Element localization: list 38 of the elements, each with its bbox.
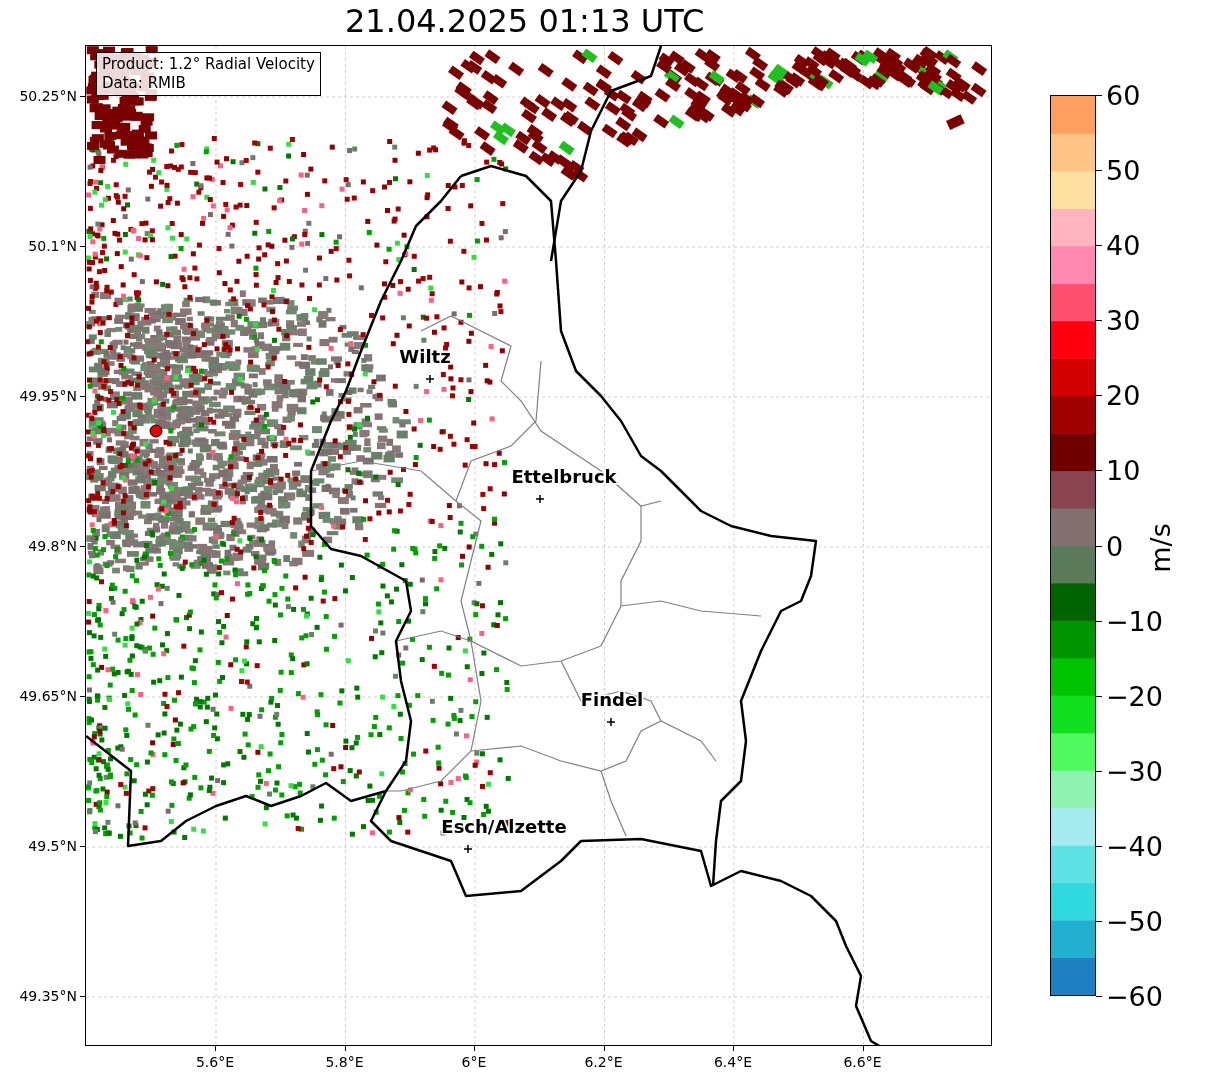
scale-tick-label: 30 (1106, 304, 1141, 336)
scale-tick-label: −10 (1106, 605, 1163, 637)
radar-site-marker (149, 424, 163, 438)
chart-title: 21.04.2025 01:13 UTC (344, 1, 706, 42)
legend-text: Product: 1.2° Radial Velocity (102, 55, 315, 74)
scale-unit-label: m/s (1144, 523, 1176, 573)
city-label: Findel (580, 689, 644, 710)
latitude-label: 49.95°N (19, 388, 77, 404)
longitude-label: 6°E (461, 1054, 487, 1070)
longitude-label: 6.2°E (584, 1054, 623, 1070)
city-marker (606, 717, 616, 727)
city-marker (463, 844, 473, 854)
scale-tick-label: 20 (1106, 379, 1141, 411)
longitude-label: 6.6°E (843, 1054, 882, 1070)
city-label: Wiltz (399, 346, 451, 367)
latitude-label: 49.35°N (19, 988, 77, 1004)
latitude-label: 50.25°N (19, 88, 77, 104)
city-label: Ettelbruck (511, 466, 617, 487)
longitude-label: 6.4°E (713, 1054, 753, 1070)
scale-tick-label: 0 (1106, 530, 1124, 561)
latitude-label: 49.65°N (19, 688, 77, 704)
scale-tick-label: 10 (1106, 454, 1141, 486)
scale-tick-label: 50 (1106, 154, 1141, 186)
scale-tick-label: 40 (1106, 229, 1141, 261)
legend-text: Data: RMIB (102, 74, 187, 93)
longitude-label: 5.6°E (195, 1054, 235, 1070)
scale-tick-label: −40 (1106, 830, 1163, 862)
scale-tick-label: −30 (1106, 755, 1163, 787)
scale-tick-label: −20 (1106, 680, 1163, 712)
city-marker (535, 494, 545, 504)
latitude-label: 49.8°N (28, 538, 77, 554)
scale-tick-label: −60 (1106, 980, 1163, 1012)
latitude-label: 50.1°N (28, 238, 77, 254)
scale-tick-label: −50 (1106, 905, 1163, 937)
latitude-label: 49.5°N (28, 838, 77, 854)
city-marker (425, 374, 435, 384)
scale-tick-label: 60 (1106, 79, 1141, 111)
longitude-label: 5.8°E (325, 1054, 364, 1070)
